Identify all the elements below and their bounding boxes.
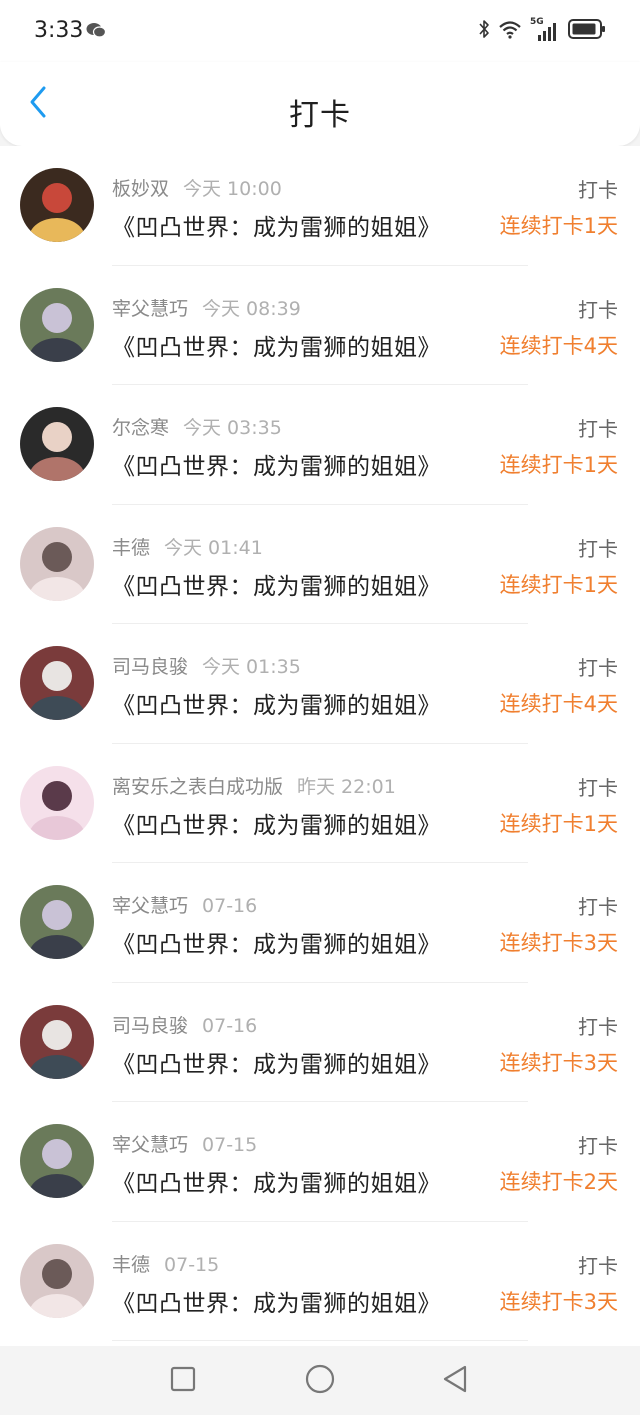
avatar[interactable] bbox=[20, 1243, 94, 1318]
checkin-action-label: 打卡 bbox=[578, 417, 618, 441]
checkin-list: 板妙双 今天 10:00 《凹凸世界：成为雷狮的姐姐》 打卡 连续打卡1天 宰父慧巧 今天 … bbox=[0, 146, 640, 1346]
checkin-row[interactable]: 司马良骏 今天 01:35 《凹凸世界：成为雷狮的姐姐》 打卡连续打卡4天 bbox=[0, 624, 640, 744]
wifi-icon bbox=[498, 19, 522, 43]
recents-button[interactable] bbox=[166, 1364, 200, 1398]
status-bar: 3:33 5G bbox=[0, 0, 640, 62]
checkin-time: 07-16 bbox=[202, 1014, 258, 1037]
checkin-time: 07-15 bbox=[202, 1134, 258, 1156]
avatar[interactable] bbox=[20, 885, 94, 959]
row-meta: 板妙双 今天 10:00 bbox=[112, 174, 282, 201]
avatar[interactable] bbox=[20, 526, 94, 601]
book-title: 《凹凸世界：成为雷狮的姐姐》 bbox=[112, 932, 441, 958]
checkin-row[interactable]: 丰德 07-15 《凹凸世界：成为雷狮的姐姐》 打卡连续打卡3天 bbox=[0, 1222, 640, 1342]
book-title: 《凹凸世界：成为雷狮的姐姐》 bbox=[112, 334, 441, 361]
back-nav-button[interactable] bbox=[438, 1364, 472, 1398]
username[interactable]: 离安乐之表白成功版 bbox=[112, 776, 283, 798]
checkin-action-label: 打卡 bbox=[578, 536, 618, 561]
checkin-row[interactable]: 宰父慧巧 07-15 《凹凸世界：成为雷狮的姐姐》 打卡连续打卡2天 bbox=[0, 1102, 640, 1222]
header: 打卡 bbox=[0, 62, 640, 146]
username[interactable]: 丰德 bbox=[112, 1254, 150, 1276]
row-meta: 宰父慧巧 今天 08:39 bbox=[112, 294, 301, 321]
checkin-row[interactable]: 板妙双 今天 10:00 《凹凸世界：成为雷狮的姐姐》 打卡连续打卡1天 bbox=[0, 146, 640, 266]
username[interactable]: 丰德 bbox=[112, 537, 150, 559]
avatar[interactable] bbox=[20, 1004, 94, 1079]
checkin-action-label: 打卡 bbox=[578, 1253, 618, 1278]
row-meta: 司马良骏 今天 01:35 bbox=[112, 652, 301, 679]
username[interactable]: 司马良骏 bbox=[112, 1015, 188, 1037]
avatar[interactable] bbox=[20, 287, 94, 362]
checkin-row[interactable]: 宰父慧巧 07-16 《凹凸世界：成为雷狮的姐姐》 打卡连续打卡3天 bbox=[0, 863, 640, 983]
username[interactable]: 尔念寒 bbox=[112, 417, 169, 439]
avatar[interactable] bbox=[20, 765, 94, 840]
username[interactable]: 宰父慧巧 bbox=[112, 298, 188, 320]
checkin-action-label: 打卡 bbox=[578, 1014, 618, 1039]
status-time: 3:33 bbox=[34, 18, 84, 43]
home-button[interactable] bbox=[303, 1364, 337, 1398]
streak-label: 连续打卡4天 bbox=[499, 333, 618, 358]
avatar[interactable] bbox=[20, 646, 94, 720]
row-meta: 离安乐之表白成功版 昨天 22:01 bbox=[112, 772, 396, 799]
book-title: 《凹凸世界：成为雷狮的姐姐》 bbox=[112, 454, 441, 480]
checkin-action-label: 打卡 bbox=[578, 178, 618, 202]
book-title: 《凹凸世界：成为雷狮的姐姐》 bbox=[112, 215, 441, 241]
streak-label: 连续打卡1天 bbox=[499, 214, 618, 238]
back-triangle-icon bbox=[441, 1364, 469, 1398]
row-meta: 宰父慧巧 07-15 bbox=[112, 1130, 257, 1157]
row-meta: 司马良骏 07-16 bbox=[112, 1011, 257, 1038]
checkin-row[interactable]: 宰父慧巧 今天 08:39 《凹凸世界：成为雷狮的姐姐》 打卡连续打卡4天 bbox=[0, 266, 640, 386]
row-meta: 丰德 今天 01:41 bbox=[112, 533, 263, 560]
username[interactable]: 宰父慧巧 bbox=[112, 1134, 188, 1156]
checkin-time: 昨天 22:01 bbox=[297, 775, 396, 798]
checkin-row[interactable]: 丰德 今天 01:41 《凹凸世界：成为雷狮的姐姐》 打卡连续打卡1天 bbox=[0, 505, 640, 625]
username[interactable]: 宰父慧巧 bbox=[112, 895, 188, 917]
bluetooth-icon bbox=[478, 19, 490, 43]
recents-square-icon bbox=[170, 1366, 196, 1396]
username[interactable]: 板妙双 bbox=[112, 178, 169, 200]
wechat-icon bbox=[86, 22, 107, 38]
streak-label: 连续打卡3天 bbox=[499, 1050, 618, 1075]
streak-label: 连续打卡4天 bbox=[499, 692, 618, 716]
checkin-time: 今天 01:41 bbox=[164, 536, 263, 559]
checkin-time: 07-15 bbox=[164, 1253, 220, 1276]
checkin-action-label: 打卡 bbox=[578, 656, 618, 680]
checkin-action-label: 打卡 bbox=[578, 775, 618, 800]
checkin-action-label: 打卡 bbox=[578, 1134, 618, 1158]
checkin-time: 今天 03:35 bbox=[183, 417, 282, 439]
avatar[interactable] bbox=[20, 407, 94, 481]
book-title: 《凹凸世界：成为雷狮的姐姐》 bbox=[112, 1171, 441, 1197]
book-title: 《凹凸世界：成为雷狮的姐姐》 bbox=[112, 1051, 441, 1078]
avatar[interactable] bbox=[20, 1124, 94, 1198]
5g-signal-icon: 5G bbox=[530, 17, 560, 42]
row-meta: 宰父慧巧 07-16 bbox=[112, 891, 257, 918]
checkin-action-label: 打卡 bbox=[578, 297, 618, 322]
checkin-row[interactable]: 尔念寒 今天 03:35 《凹凸世界：成为雷狮的姐姐》 打卡连续打卡1天 bbox=[0, 385, 640, 505]
checkin-time: 今天 08:39 bbox=[202, 297, 301, 320]
home-circle-icon bbox=[305, 1364, 335, 1398]
battery-icon bbox=[568, 18, 606, 44]
streak-label: 连续打卡1天 bbox=[499, 453, 618, 477]
streak-label: 连续打卡3天 bbox=[499, 1289, 618, 1314]
streak-label: 连续打卡1天 bbox=[499, 572, 618, 597]
book-title: 《凹凸世界：成为雷狮的姐姐》 bbox=[112, 812, 441, 839]
streak-label: 连续打卡2天 bbox=[499, 1170, 618, 1194]
page-title: 打卡 bbox=[289, 98, 351, 133]
book-title: 《凹凸世界：成为雷狮的姐姐》 bbox=[112, 1290, 441, 1317]
row-meta: 尔念寒 今天 03:35 bbox=[112, 413, 282, 440]
streak-label: 连续打卡1天 bbox=[499, 811, 618, 836]
status-icons: 5G bbox=[478, 17, 606, 44]
avatar[interactable] bbox=[20, 168, 94, 242]
checkin-time: 今天 10:00 bbox=[183, 178, 282, 200]
streak-label: 连续打卡3天 bbox=[499, 931, 618, 955]
book-title: 《凹凸世界：成为雷狮的姐姐》 bbox=[112, 573, 441, 600]
system-nav-bar bbox=[0, 1346, 640, 1415]
row-meta: 丰德 07-15 bbox=[112, 1250, 219, 1277]
checkin-time: 今天 01:35 bbox=[202, 656, 301, 678]
checkin-action-label: 打卡 bbox=[578, 895, 618, 919]
checkin-time: 07-16 bbox=[202, 895, 258, 917]
book-title: 《凹凸世界：成为雷狮的姐姐》 bbox=[112, 693, 441, 719]
checkin-row[interactable]: 离安乐之表白成功版 昨天 22:01 《凹凸世界：成为雷狮的姐姐》 打卡连续打卡1天 bbox=[0, 744, 640, 864]
username[interactable]: 司马良骏 bbox=[112, 656, 188, 678]
checkin-row[interactable]: 司马良骏 07-16 《凹凸世界：成为雷狮的姐姐》 打卡连续打卡3天 bbox=[0, 983, 640, 1103]
